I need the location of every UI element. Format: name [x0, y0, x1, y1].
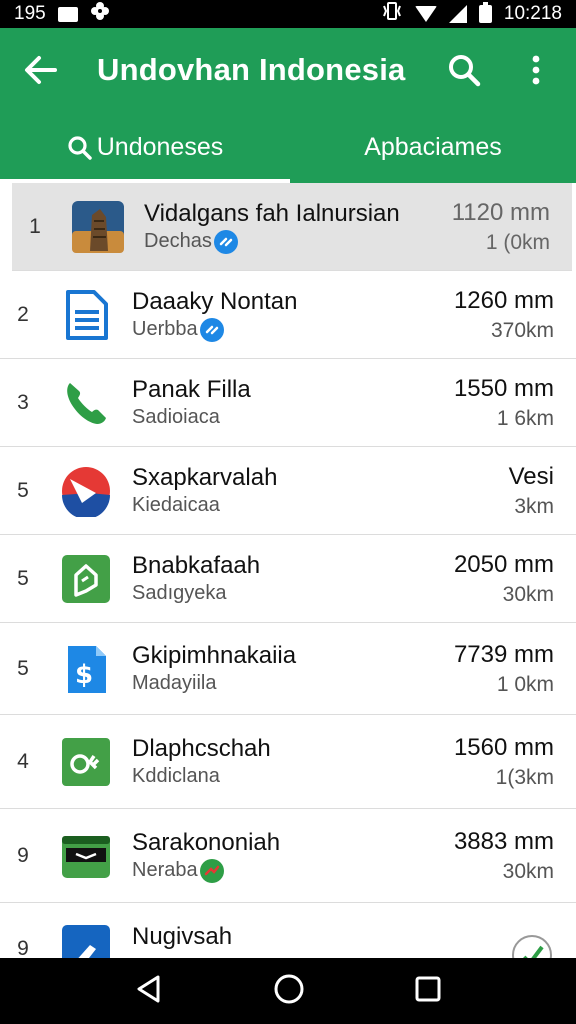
verified-badge-icon	[199, 317, 224, 342]
toolbar: Undovhan Indonesia	[0, 28, 576, 112]
item-name: Vidalgans fah Ialnursian	[144, 199, 400, 227]
back-button[interactable]	[18, 48, 62, 92]
item-value: 1560 mm	[453, 733, 554, 761]
battery-icon	[478, 2, 492, 23]
rank-number: 9	[17, 843, 29, 867]
page-title: Undovhan Indonesia	[97, 52, 406, 87]
status-time-right: 10:218	[503, 3, 562, 24]
tab-search-icon	[68, 135, 92, 160]
list-item[interactable]: 1 Vidalgans fah Ialnursian Dechas 1120 m…	[12, 183, 572, 271]
rank-number: 5	[17, 478, 29, 502]
item-name: Gkipimhnakaiia	[132, 642, 297, 669]
search-icon	[449, 55, 481, 87]
signal-icon	[448, 5, 467, 23]
phone-icon	[60, 377, 112, 429]
tab-label: Undoneses	[96, 133, 224, 161]
nav-back-icon	[137, 975, 160, 1002]
item-subtitle: Sadioiaca	[132, 406, 220, 428]
red-blue-logo-icon	[60, 465, 112, 517]
item-subtitle: Kddiclana	[132, 765, 220, 787]
rank-number: 5	[17, 566, 29, 590]
tab-bar: Undoneses Apbaciames	[0, 112, 576, 183]
building-photo-icon	[72, 200, 124, 253]
nav-back-button[interactable]	[134, 974, 164, 1009]
item-subtitle: Uerbba	[132, 318, 198, 340]
nav-recents-button[interactable]	[414, 975, 442, 1008]
item-distance: 30km	[502, 859, 554, 883]
status-bar: 195 10:218	[0, 0, 576, 28]
rank-number: 3	[17, 390, 29, 414]
search-button[interactable]	[442, 48, 486, 92]
item-subtitle: Madayiila	[132, 672, 217, 694]
item-value: 1120 mm	[451, 198, 550, 226]
results-list: 1 Vidalgans fah Ialnursian Dechas 1120 m…	[0, 183, 576, 958]
item-value: Vesi	[508, 462, 554, 490]
svg-text:$: $	[75, 660, 93, 690]
verified-badge-icon	[213, 229, 238, 254]
green-house-icon	[60, 553, 112, 605]
item-name: Sxapkarvalah	[132, 464, 278, 491]
item-distance: 1(3km	[495, 765, 554, 789]
more-options-button[interactable]	[514, 48, 558, 92]
dollar-document-icon: $	[60, 643, 112, 695]
item-distance: 1 0km	[496, 672, 554, 696]
item-name: Sarakononiah	[132, 828, 281, 856]
rank-number: 1	[29, 214, 41, 238]
wifi-icon	[414, 6, 437, 22]
list-item[interactable]: 5 Bnabkafaah Sadıgyeka 2050 mm 30km	[0, 535, 576, 623]
screenshot-icon	[57, 6, 78, 22]
tab-undoneses[interactable]: Undoneses	[0, 112, 290, 183]
item-subtitle: Sadıgyeka	[132, 582, 227, 604]
item-distance: 30km	[502, 582, 554, 606]
item-name: Nugivsah	[132, 923, 233, 950]
app-bar: Undovhan Indonesia Undoneses Apbaciames	[0, 28, 576, 183]
item-value: 1260 mm	[453, 286, 554, 314]
item-distance: 1 6km	[496, 406, 554, 430]
item-name: Panak Filla	[132, 376, 251, 403]
list-item[interactable]: 2 Daaaky Nontan Uerbba 1260 mm 370km	[0, 271, 576, 359]
item-subtitle: Neraba	[132, 859, 198, 881]
document-icon	[60, 289, 112, 341]
status-time-left: 195	[14, 3, 46, 24]
item-value: 2050 mm	[453, 550, 554, 578]
nav-home-icon	[274, 974, 304, 1003]
wallet-icon	[60, 830, 112, 882]
list-item[interactable]: 9 Sarakononiah Neraba 3883 mm 30km	[0, 809, 576, 903]
green-ok-icon	[60, 736, 112, 788]
tab-apbaciames[interactable]: Apbaciames	[290, 112, 576, 183]
item-subtitle: Dechas	[144, 230, 212, 252]
item-value: 7739 mm	[453, 640, 554, 668]
rank-number: 2	[17, 302, 29, 326]
item-distance: 370km	[490, 318, 554, 342]
tab-label: Apbaciames	[364, 133, 502, 161]
rank-number: 4	[17, 749, 29, 773]
nav-recents-icon	[415, 976, 441, 1001]
vibrate-icon	[381, 2, 403, 26]
item-distance: 1 (0km	[485, 230, 550, 254]
navigation-bar	[0, 958, 576, 1024]
item-name: Dlaphcschah	[132, 735, 271, 762]
check-circle-icon	[512, 935, 552, 958]
arrow-back-icon	[25, 56, 57, 84]
list-item[interactable]: 5 $ Gkipimhnakaiia Madayiila 7739 mm 1 0…	[0, 623, 576, 715]
rank-number: 9	[17, 937, 29, 958]
list-item[interactable]: 3 Panak Filla Sadioiaca 1550 mm 1 6km	[0, 359, 576, 447]
more-vert-icon	[532, 55, 540, 85]
nav-home-button[interactable]	[273, 973, 305, 1010]
item-name: Daaaky Nontan	[132, 287, 298, 315]
item-distance: 3km	[514, 494, 554, 518]
settings-flower-icon	[90, 1, 110, 27]
blue-tool-icon	[60, 923, 112, 958]
list-item[interactable]: 9 Nugivsah	[0, 903, 576, 958]
rank-number: 5	[17, 656, 29, 680]
item-name: Bnabkafaah	[132, 552, 261, 579]
list-item[interactable]: 4 Dlaphcschah Kddiclana 1560 mm 1(3km	[0, 715, 576, 809]
item-subtitle: Kiedaicaa	[132, 494, 220, 516]
item-value: 3883 mm	[453, 827, 554, 855]
trend-badge-icon	[199, 858, 224, 883]
list-item[interactable]: 5 Sxapkarvalah Kiedaicaa Vesi 3km	[0, 447, 576, 535]
item-value: 1550 mm	[453, 374, 554, 402]
